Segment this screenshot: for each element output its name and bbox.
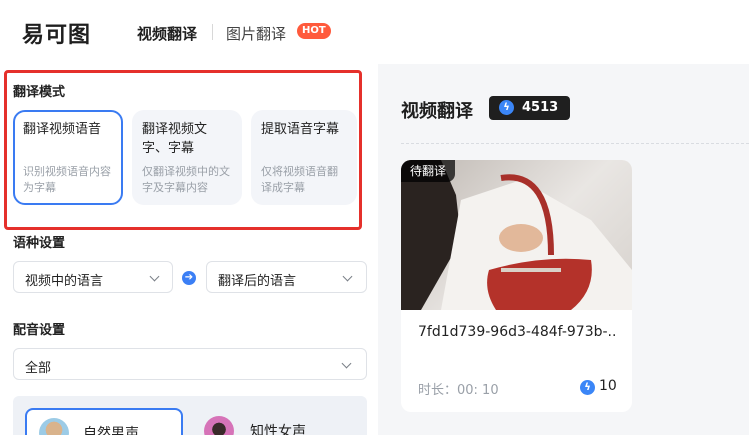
mode-name: 翻译视频语音 — [23, 122, 102, 137]
lightning-icon: ϟ — [499, 100, 514, 115]
chevron-down-icon — [149, 271, 160, 282]
chevron-down-icon — [342, 271, 353, 282]
credit-balance: ϟ 4513 — [489, 96, 570, 120]
mode-name: 翻译视频文字、字幕 — [142, 122, 208, 156]
avatar — [204, 416, 234, 435]
hot-badge: HOT — [297, 23, 331, 39]
video-cost: ϟ 10 — [580, 378, 617, 395]
source-language-select[interactable]: 视频中的语言 — [13, 261, 173, 293]
target-language-select[interactable]: 翻译后的语言 — [206, 261, 367, 293]
mode-desc: 识别视频语音内容为字幕 — [23, 165, 111, 194]
mode-card-extract-subtitle[interactable]: 提取语音字幕 仅将视频语音翻译成字幕 — [251, 110, 357, 205]
cost-value: 10 — [599, 378, 617, 394]
status-badge: 待翻译 — [401, 160, 456, 182]
lightning-icon: ϟ — [580, 380, 595, 395]
voice-name: 自然男声 — [83, 426, 139, 435]
mode-card-text-subtitle[interactable]: 翻译视频文字、字幕 仅翻译视频中的文字及字幕内容 — [132, 110, 242, 205]
divider — [401, 143, 749, 144]
mode-name: 提取语音字幕 — [261, 122, 340, 137]
mode-desc: 仅翻译视频中的文字及字幕内容 — [142, 165, 230, 194]
top-header: 易可图 视频翻译 图片翻译 HOT — [0, 0, 749, 64]
voice-card-female[interactable]: 知性女声 — [196, 408, 346, 435]
nav-image-translate[interactable]: 图片翻译 — [226, 23, 286, 44]
video-file-name: 7fd1d739-96d3-484f-973b-... — [418, 324, 618, 340]
target-language-value: 翻译后的语言 — [218, 274, 297, 289]
video-thumbnail — [401, 160, 632, 310]
voice-filter-value: 全部 — [25, 361, 52, 376]
video-card[interactable]: 待翻译 7fd1d739-96d3-484f-973b-... 时长：00: 1… — [401, 160, 632, 412]
voice-filter-select[interactable]: 全部 — [13, 348, 367, 380]
voice-card-male[interactable]: 自然男声 — [25, 408, 183, 435]
mode-card-voice[interactable]: 翻译视频语音 识别视频语音内容为字幕 — [13, 110, 123, 205]
page-title: 视频翻译 — [401, 101, 473, 122]
language-settings-title: 语种设置 — [13, 236, 66, 251]
chevron-down-icon — [341, 358, 352, 369]
dubbing-settings-title: 配音设置 — [13, 323, 66, 338]
thumbnail-image — [401, 160, 632, 310]
voice-name: 知性女声 — [250, 424, 306, 435]
arrow-right-icon: ➔ — [182, 271, 196, 285]
nav-divider — [212, 24, 213, 40]
avatar — [39, 418, 69, 435]
mode-desc: 仅将视频语音翻译成字幕 — [261, 165, 338, 194]
credit-count: 4513 — [522, 100, 559, 115]
source-language-value: 视频中的语言 — [25, 274, 104, 289]
app-logo[interactable]: 易可图 — [22, 17, 91, 49]
video-duration: 时长：00: 10 — [418, 383, 499, 398]
nav-video-translate[interactable]: 视频翻译 — [137, 23, 197, 44]
